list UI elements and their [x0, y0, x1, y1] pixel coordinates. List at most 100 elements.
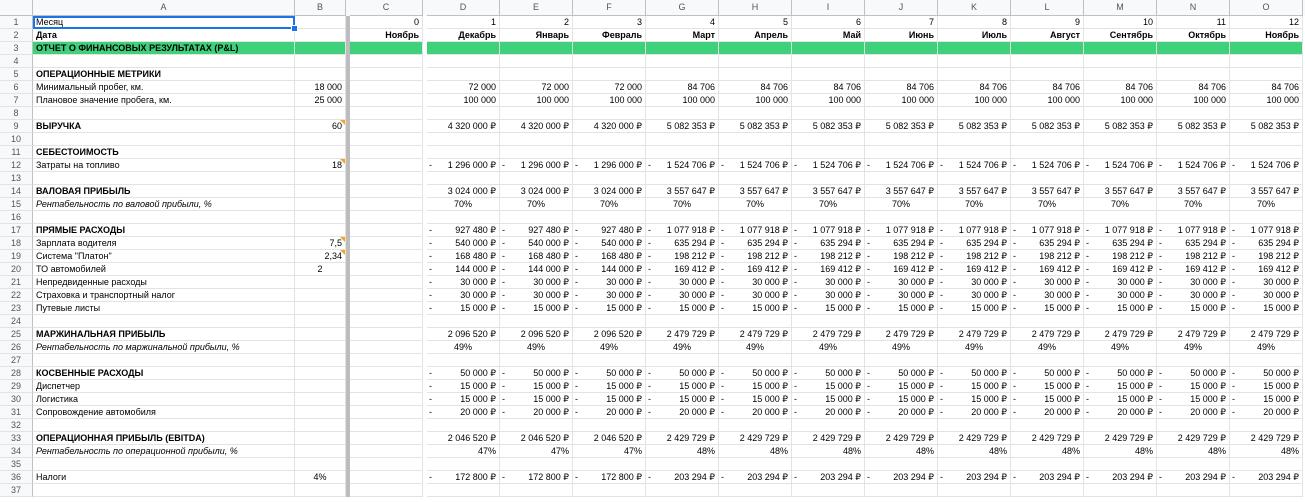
data-cell[interactable] [350, 289, 423, 302]
data-cell[interactable] [719, 484, 792, 497]
data-cell[interactable] [350, 458, 423, 471]
data-cell[interactable]: 2 479 729 ₽ [792, 328, 865, 341]
data-cell[interactable] [1084, 484, 1157, 497]
data-cell[interactable]: 2 479 729 ₽ [646, 328, 719, 341]
data-cell[interactable]: 12 [1230, 16, 1303, 29]
data-cell[interactable]: 7 [865, 16, 938, 29]
data-cell[interactable] [865, 354, 938, 367]
data-cell[interactable]: - 635 294 ₽ [1230, 237, 1303, 250]
row-number[interactable]: 31 [0, 406, 33, 419]
data-cell[interactable]: 8 [938, 16, 1011, 29]
row-parameter[interactable] [295, 16, 346, 29]
data-cell[interactable]: - 15 000 ₽ [1230, 380, 1303, 393]
data-cell[interactable]: 72 000 [427, 81, 500, 94]
data-cell[interactable]: - 1 524 706 ₽ [865, 159, 938, 172]
data-cell[interactable]: 100 000 [1084, 94, 1157, 107]
data-cell[interactable]: - 203 294 ₽ [865, 471, 938, 484]
data-cell[interactable]: 49% [500, 341, 573, 354]
data-cell[interactable] [1230, 42, 1303, 55]
data-cell[interactable]: 3 557 647 ₽ [1230, 185, 1303, 198]
data-cell[interactable]: - 168 480 ₽ [427, 250, 500, 263]
data-cell[interactable] [427, 484, 500, 497]
data-cell[interactable] [350, 133, 423, 146]
data-cell[interactable]: - 15 000 ₽ [719, 380, 792, 393]
data-cell[interactable]: 3 557 647 ₽ [938, 185, 1011, 198]
data-cell[interactable]: 2 429 729 ₽ [646, 432, 719, 445]
data-cell[interactable]: 5 082 353 ₽ [938, 120, 1011, 133]
data-cell[interactable] [573, 211, 646, 224]
row-number[interactable]: 36 [0, 471, 33, 484]
data-cell[interactable]: - 198 212 ₽ [792, 250, 865, 263]
data-cell[interactable] [646, 133, 719, 146]
data-cell[interactable]: - 1 524 706 ₽ [646, 159, 719, 172]
row-parameter[interactable] [295, 328, 346, 341]
row-label[interactable] [33, 133, 295, 146]
data-cell[interactable] [573, 419, 646, 432]
data-cell[interactable] [719, 133, 792, 146]
data-cell[interactable]: - 635 294 ₽ [1011, 237, 1084, 250]
data-cell[interactable]: - 1 524 706 ₽ [1011, 159, 1084, 172]
data-cell[interactable]: 2 429 729 ₽ [1011, 432, 1084, 445]
data-cell[interactable] [792, 419, 865, 432]
data-cell[interactable]: Апрель [719, 29, 792, 42]
row-label[interactable] [33, 55, 295, 68]
data-cell[interactable]: 70% [646, 198, 719, 211]
data-cell[interactable] [427, 133, 500, 146]
data-cell[interactable]: 5 082 353 ₽ [1157, 120, 1230, 133]
row-number[interactable]: 28 [0, 367, 33, 380]
data-cell[interactable]: 100 000 [1011, 94, 1084, 107]
data-cell[interactable]: 10 [1084, 16, 1157, 29]
row-parameter[interactable] [295, 133, 346, 146]
data-cell[interactable]: - 198 212 ₽ [865, 250, 938, 263]
row-parameter[interactable] [295, 146, 346, 159]
data-cell[interactable]: 5 082 353 ₽ [719, 120, 792, 133]
data-cell[interactable] [646, 419, 719, 432]
data-cell[interactable]: 5 082 353 ₽ [646, 120, 719, 133]
column-header-c[interactable]: C [350, 0, 423, 16]
data-cell[interactable]: - 635 294 ₽ [646, 237, 719, 250]
data-cell[interactable] [427, 55, 500, 68]
row-label[interactable] [33, 172, 295, 185]
column-header-a[interactable]: A [33, 0, 295, 16]
row-number[interactable]: 10 [0, 133, 33, 146]
data-cell[interactable]: - 50 000 ₽ [646, 367, 719, 380]
data-cell[interactable]: 49% [646, 341, 719, 354]
data-cell[interactable]: - 198 212 ₽ [1230, 250, 1303, 263]
data-cell[interactable]: - 635 294 ₽ [792, 237, 865, 250]
data-cell[interactable] [1011, 55, 1084, 68]
data-cell[interactable]: - 15 000 ₽ [500, 393, 573, 406]
data-cell[interactable]: - 15 000 ₽ [573, 302, 646, 315]
data-cell[interactable]: - 1 524 706 ₽ [938, 159, 1011, 172]
data-cell[interactable] [1230, 419, 1303, 432]
data-cell[interactable] [427, 42, 500, 55]
data-cell[interactable] [500, 419, 573, 432]
data-cell[interactable]: 3 557 647 ₽ [865, 185, 938, 198]
row-number[interactable]: 27 [0, 354, 33, 367]
data-cell[interactable] [938, 107, 1011, 120]
data-cell[interactable]: - 30 000 ₽ [1011, 276, 1084, 289]
data-cell[interactable]: - 203 294 ₽ [938, 471, 1011, 484]
data-cell[interactable]: - 203 294 ₽ [646, 471, 719, 484]
data-cell[interactable] [350, 198, 423, 211]
data-cell[interactable] [427, 68, 500, 81]
data-cell[interactable]: 2 429 729 ₽ [719, 432, 792, 445]
row-number[interactable]: 33 [0, 432, 33, 445]
row-number[interactable]: 13 [0, 172, 33, 185]
data-cell[interactable] [500, 211, 573, 224]
row-parameter[interactable] [295, 484, 346, 497]
data-cell[interactable]: - 15 000 ₽ [719, 302, 792, 315]
data-cell[interactable]: Ноябрь [1230, 29, 1303, 42]
data-cell[interactable] [1157, 146, 1230, 159]
column-header-i[interactable]: I [792, 0, 865, 16]
row-number[interactable]: 22 [0, 289, 33, 302]
data-cell[interactable] [350, 302, 423, 315]
data-cell[interactable]: - 15 000 ₽ [1084, 393, 1157, 406]
data-cell[interactable]: - 540 000 ₽ [500, 237, 573, 250]
row-number[interactable]: 14 [0, 185, 33, 198]
data-cell[interactable]: - 198 212 ₽ [1084, 250, 1157, 263]
row-label[interactable]: Диспетчер [33, 380, 295, 393]
data-cell[interactable] [1084, 55, 1157, 68]
row-number[interactable]: 8 [0, 107, 33, 120]
data-cell[interactable] [938, 211, 1011, 224]
data-cell[interactable] [1011, 419, 1084, 432]
